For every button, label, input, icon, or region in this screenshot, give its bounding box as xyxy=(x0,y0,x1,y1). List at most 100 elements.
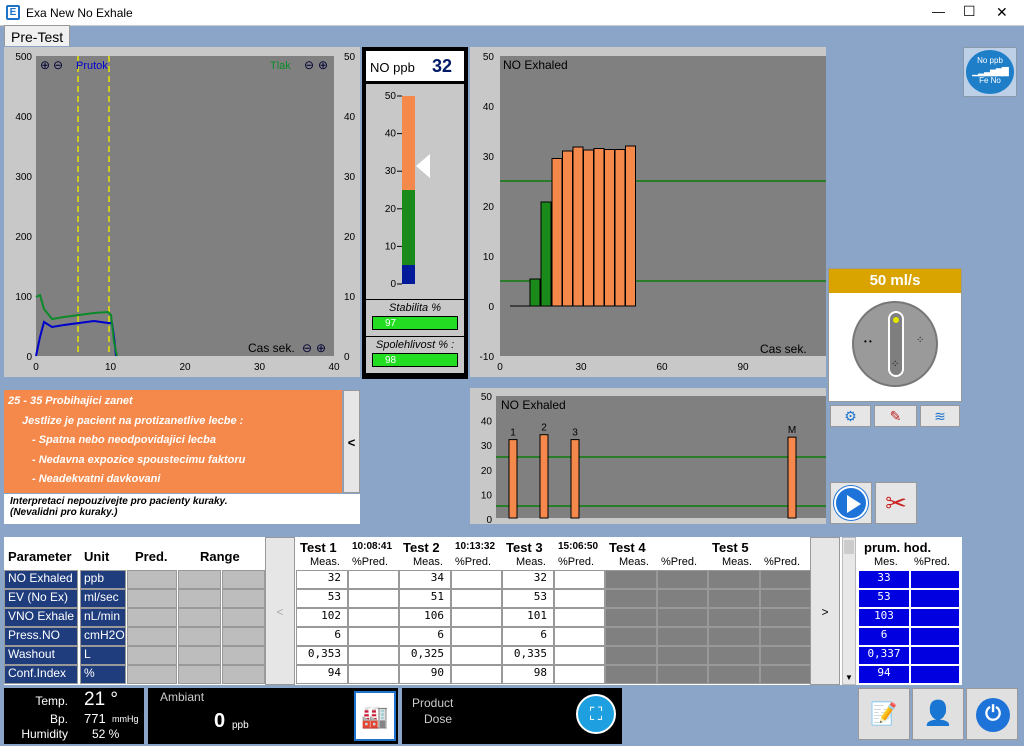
param-name: Washout xyxy=(4,646,78,665)
meas-cell xyxy=(605,665,657,684)
meas-cell xyxy=(605,608,657,627)
play-button[interactable] xyxy=(830,482,872,524)
main-y-tick: 30 xyxy=(483,152,495,163)
scroll-left-button[interactable]: < xyxy=(265,537,295,685)
meas-cell: 0,335 xyxy=(502,646,554,665)
range-cell xyxy=(178,570,221,589)
calibration-button[interactable]: ✎ xyxy=(874,405,917,427)
pred-pct-cell xyxy=(554,589,605,608)
report-button[interactable]: 📝 xyxy=(858,688,910,740)
avg-meas-header: Mes. xyxy=(874,556,898,568)
no-bar xyxy=(551,158,563,307)
range-cell xyxy=(222,627,265,646)
close-button[interactable]: ✕ xyxy=(996,4,1008,21)
header-pred: Pred. xyxy=(135,549,168,564)
user-button[interactable]: 👤 xyxy=(912,688,964,740)
scroll-down-icon[interactable]: ▼ xyxy=(845,673,853,682)
gauge-tick: 10 xyxy=(385,241,397,252)
pred-pct-cell xyxy=(451,608,502,627)
flow-xlabel: Cas sek. xyxy=(248,341,295,355)
param-name: Press.NO xyxy=(4,627,78,646)
meas-cell: 32 xyxy=(296,570,348,589)
pred-pct-cell xyxy=(554,665,605,684)
meas-cell: 6 xyxy=(502,627,554,646)
tab-bar xyxy=(0,26,1024,46)
main-y-tick: 0 xyxy=(488,302,494,313)
pred-header: %Pred. xyxy=(352,556,389,568)
zoom-in-icon[interactable]: ⊕ xyxy=(316,341,326,355)
param-name: EV (No Ex) xyxy=(4,589,78,608)
spray-button[interactable]: ⛶ xyxy=(576,694,616,734)
pred-pct-cell xyxy=(554,646,605,665)
test-column: Test 3 15:06:50 Meas. %Pred. 32 53 101 6 0,335 98 xyxy=(502,537,605,685)
pred-pct-cell xyxy=(760,570,811,589)
range-cell xyxy=(178,646,221,665)
maximize-button[interactable]: ☐ xyxy=(963,3,976,20)
minimize-button[interactable]: — xyxy=(932,4,945,19)
param-unit: % xyxy=(80,665,126,684)
table-row: VNO Exhale nL/min xyxy=(4,608,265,627)
interpretation-line: - Neadekvatni davkovani xyxy=(32,473,161,485)
meas-cell: 34 xyxy=(399,570,451,589)
pred-pct-cell xyxy=(657,627,708,646)
pred-pct-cell xyxy=(348,627,399,646)
flow-x-tick: 30 xyxy=(254,362,266,373)
ambiant-unit: ppb xyxy=(232,720,249,731)
zoom-in-icon[interactable]: ⊕ xyxy=(318,58,328,72)
range-cell xyxy=(178,665,221,684)
main-x-tick: 90 xyxy=(737,362,749,373)
pred-pct-cell xyxy=(760,627,811,646)
no-exhaled-chart-panel: 50 40 30 20 10 0 -10 0 30 60 90 NO Exhaled Cas sek… xyxy=(470,47,826,377)
fe-no-icon: No ppb ▁▂▃▅▆▇ Fe No xyxy=(966,50,1014,94)
avg-meas-cell: 53 xyxy=(858,589,910,608)
zoom-in-icon[interactable]: ⊕ xyxy=(40,58,50,72)
pressure-y-tick: 40 xyxy=(344,112,356,123)
power-button[interactable]: ⏻ xyxy=(966,688,1018,740)
no-bar xyxy=(625,145,636,307)
patient-setup-button[interactable]: ⚙ xyxy=(830,405,871,427)
stability-box: Stabilita % 97 xyxy=(366,300,464,336)
ambient-measure-button[interactable]: 🏭 xyxy=(354,691,396,741)
zoom-out-icon[interactable]: ⊖ xyxy=(304,58,314,72)
range-cell xyxy=(222,570,265,589)
main-y-tick: 40 xyxy=(483,102,495,113)
range-cell xyxy=(222,608,265,627)
fe-no-line2: Fe No xyxy=(979,76,1001,85)
tools-button[interactable]: ✂ xyxy=(875,482,917,524)
meas-cell: 53 xyxy=(502,589,554,608)
main-x-tick: 30 xyxy=(575,362,587,373)
pred-cell xyxy=(127,627,177,646)
pred-pct-cell xyxy=(348,570,399,589)
zoom-out-icon[interactable]: ⊖ xyxy=(53,58,63,72)
collapse-button[interactable]: < xyxy=(343,390,360,493)
range-cell xyxy=(178,589,221,608)
no-bar xyxy=(572,146,584,307)
main-y-tick: 20 xyxy=(483,202,495,213)
table-scrollbar[interactable]: ▼ xyxy=(842,537,856,685)
meas-header: Meas. xyxy=(722,556,752,568)
breath-button[interactable]: ≋ xyxy=(920,405,960,427)
scroll-right-button[interactable]: > xyxy=(810,537,840,685)
summary-bar-label: 2 xyxy=(541,423,547,434)
flow-label: Prutok xyxy=(76,60,108,72)
tab-pre-test[interactable]: Pre-Test xyxy=(4,25,71,46)
summary-bar xyxy=(508,439,518,519)
fe-no-button[interactable]: No ppb ▁▂▃▅▆▇ Fe No xyxy=(963,47,1017,97)
avg-pred-cell xyxy=(910,646,960,665)
zoom-out-icon[interactable]: ⊖ xyxy=(302,341,312,355)
gauge-tick: 0 xyxy=(390,279,396,290)
meas-cell xyxy=(708,570,760,589)
flow-rate-value: 50 ml/s xyxy=(829,269,961,293)
meas-cell xyxy=(708,627,760,646)
avg-meas-cell: 0,337 xyxy=(858,646,910,665)
pred-pct-cell xyxy=(760,665,811,684)
no-bar xyxy=(583,149,594,307)
pred-pct-cell xyxy=(760,646,811,665)
meas-cell xyxy=(605,646,657,665)
flow-x-tick: 10 xyxy=(105,362,117,373)
flow-y-tick: 300 xyxy=(15,172,32,183)
avg-pred-header: %Pred. xyxy=(914,556,951,568)
temp-value: 21 ° xyxy=(84,689,119,710)
flow-x-tick: 40 xyxy=(328,362,340,373)
no-bar xyxy=(614,149,626,307)
